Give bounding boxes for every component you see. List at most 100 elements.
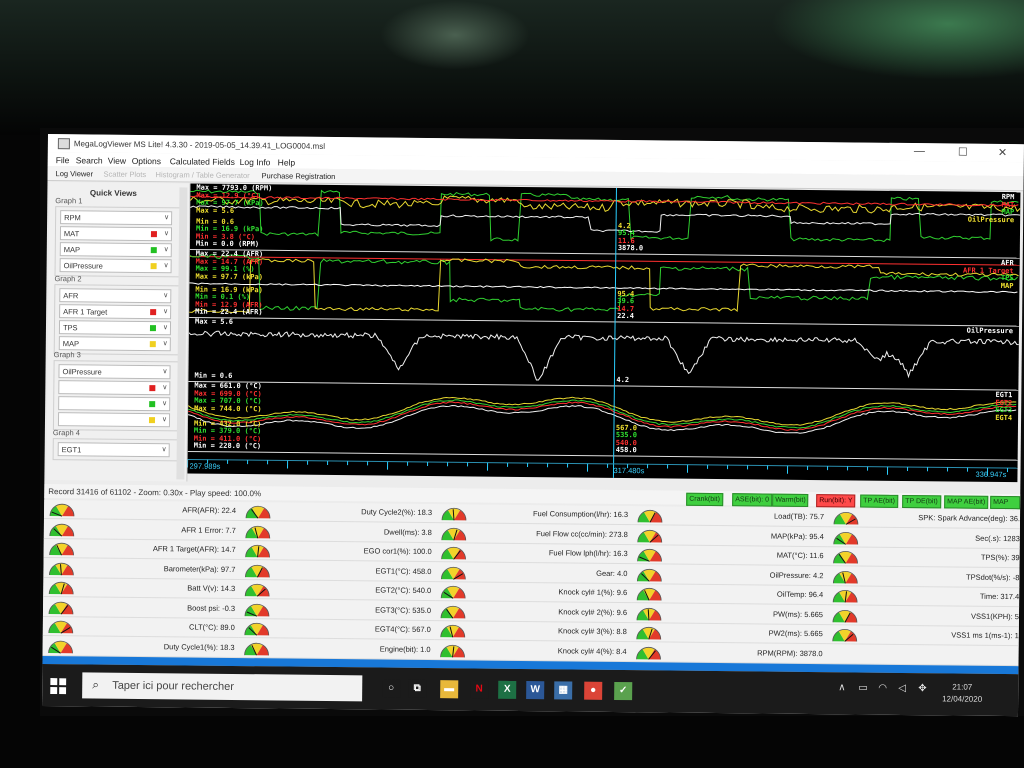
- cortana-icon[interactable]: ○: [382, 679, 401, 698]
- log-graph-area[interactable]: Max = 7793.0 (RPM) Max = 12.9 (°C) Max = 9…: [187, 183, 1021, 483]
- quick-view-select[interactable]: OilPressure ∨: [58, 364, 171, 380]
- gauge-cell[interactable]: AFR 1 Target(AFR): 14.7: [43, 538, 240, 561]
- gauge-cell[interactable]: MAT(°C): 11.6: [631, 545, 828, 567]
- gauge-cell[interactable]: EGT4(°C): 567.0: [238, 619, 435, 641]
- gauge-cell[interactable]: EGT2(°C): 540.0: [239, 580, 436, 602]
- gauge-cell[interactable]: Dwell(ms): 3.8: [239, 521, 436, 543]
- gauge-cell[interactable]: RPM(RPM): 3878.0: [630, 642, 827, 664]
- menu-search[interactable]: Search: [76, 155, 103, 165]
- chevron-down-icon[interactable]: ∨: [164, 213, 169, 221]
- chrome-icon[interactable]: ●: [584, 681, 603, 700]
- chevron-down-icon[interactable]: ∨: [163, 339, 168, 347]
- gauge-cell[interactable]: VSS1 ms 1(ms-1): 1: [826, 625, 1023, 647]
- chevron-down-icon[interactable]: ∨: [163, 307, 168, 315]
- gauge-cell[interactable]: Knock cyl# 2(%): 9.6: [434, 601, 632, 623]
- chevron-down-icon[interactable]: ∨: [164, 229, 169, 237]
- taskbar-search-box[interactable]: ⌕ Taper ici pour rechercher: [82, 672, 363, 702]
- gauge-cell[interactable]: Knock cyl# 4(%): 8.4: [434, 640, 631, 662]
- minimize-button[interactable]: —: [914, 145, 925, 157]
- gauge-cell[interactable]: Knock cyl# 3(%): 8.8: [434, 621, 631, 643]
- quick-view-select[interactable]: MAT ∨: [59, 226, 173, 242]
- quick-views-scrollbar[interactable]: [176, 187, 188, 480]
- gauge-cell[interactable]: Barometer(kPa): 97.7: [43, 558, 240, 580]
- gauge-cell[interactable]: OilTemp: 96.4: [631, 584, 828, 606]
- taskbar-clock[interactable]: 21:07 12/04/2020: [942, 681, 982, 705]
- task-view-icon[interactable]: ⧉: [408, 679, 427, 698]
- chevron-down-icon[interactable]: ∨: [162, 445, 167, 453]
- menu-options[interactable]: Options: [132, 156, 161, 166]
- gauge-cell[interactable]: [826, 644, 1023, 666]
- gauge-cell[interactable]: OilPressure: 4.2: [631, 564, 828, 586]
- quick-view-select[interactable]: ∨: [58, 380, 171, 396]
- quick-view-select[interactable]: AFR ∨: [59, 288, 172, 304]
- gauge-cell[interactable]: Engine(bit): 1.0: [238, 638, 435, 660]
- gauge-cell[interactable]: Fuel Consumption(l/hr): 16.3: [435, 504, 633, 526]
- gauge-cell[interactable]: TPS(%): 39: [827, 547, 1024, 569]
- gauge-cell[interactable]: PW2(ms): 5.665: [630, 623, 827, 645]
- quick-views-panel: Quick Views Graph 1 RPM ∨ MAT ∨ MAP ∨ OilPressu…: [46, 182, 191, 482]
- quick-view-select[interactable]: TPS ∨: [58, 320, 172, 336]
- tab-purchase-registration[interactable]: Purchase Registration: [262, 171, 336, 181]
- gauge-cell[interactable]: Fuel Flow cc(cc/min): 273.8: [435, 523, 632, 545]
- gauge-cell[interactable]: Knock cyl# 1(%): 9.6: [435, 582, 632, 604]
- gauge-cell[interactable]: SPK: Spark Advance(deg): 36.: [827, 508, 1024, 530]
- gauge-cell[interactable]: Time: 317.4: [827, 586, 1024, 608]
- gauge-cell[interactable]: Duty Cycle1(%): 18.3: [42, 636, 239, 658]
- chevron-down-icon[interactable]: ∨: [164, 245, 169, 253]
- gauge-cell[interactable]: Load(TB): 75.7: [631, 506, 829, 528]
- gauge-cell[interactable]: Duty Cycle2(%): 18.3: [239, 502, 437, 524]
- gauge-cell[interactable]: CLT(°C): 89.0: [42, 616, 239, 639]
- menu-help[interactable]: Help: [278, 157, 296, 167]
- menu-view[interactable]: View: [108, 156, 126, 166]
- gauge-cell[interactable]: MAP(kPa): 95.4: [631, 525, 828, 547]
- gauge-cell[interactable]: EGO cor1(%): 100.0: [239, 541, 436, 563]
- tray-chevron-icon[interactable]: ∧: [838, 682, 845, 693]
- gauge-cell[interactable]: Boost psi: -0.3: [42, 597, 240, 619]
- gauge-cell[interactable]: PW(ms): 5.665: [630, 603, 828, 625]
- menu-log-info[interactable]: Log Info: [240, 157, 271, 167]
- tab-log-viewer[interactable]: Log Viewer: [56, 169, 93, 178]
- gauge-cell[interactable]: TPSdot(%/s): -8: [827, 566, 1024, 588]
- chevron-down-icon[interactable]: ∨: [163, 291, 168, 299]
- network-app-icon[interactable]: ▦: [554, 681, 573, 700]
- chevron-down-icon[interactable]: ∨: [162, 415, 167, 423]
- tray-volume-icon[interactable]: ◁: [898, 683, 906, 694]
- tab-scatter-plots[interactable]: Scatter Plots: [104, 170, 147, 179]
- quick-view-select[interactable]: MAP ∨: [58, 336, 171, 352]
- excel-icon[interactable]: X: [498, 680, 517, 699]
- gauge-cell[interactable]: EGT3(°C): 535.0: [238, 599, 436, 621]
- tray-device-icon[interactable]: ✥: [918, 683, 927, 694]
- gauge-cell[interactable]: VSS1(KPH): 5: [826, 605, 1024, 627]
- gauge-cell[interactable]: Gear: 4.0: [435, 562, 632, 584]
- gauge-cell[interactable]: AFR(AFR): 22.4: [43, 499, 241, 522]
- megalogviewer-icon[interactable]: ✓: [614, 681, 633, 701]
- quick-view-select[interactable]: ∨: [58, 396, 171, 412]
- quick-view-select[interactable]: AFR 1 Target ∨: [59, 304, 172, 320]
- quick-view-select[interactable]: RPM ∨: [60, 210, 173, 226]
- quick-view-select[interactable]: MAP ∨: [59, 242, 172, 258]
- chevron-down-icon[interactable]: ∨: [162, 367, 167, 375]
- file-explorer-icon[interactable]: ▬: [440, 680, 459, 699]
- gauge-cell[interactable]: Sec(.s): 1283: [827, 527, 1024, 549]
- chevron-down-icon[interactable]: ∨: [163, 323, 168, 331]
- quick-view-select[interactable]: ∨: [57, 412, 171, 428]
- maximize-button[interactable]: ☐: [958, 146, 968, 159]
- gauge-cell[interactable]: Fuel Flow lph(l/hr): 16.3: [435, 543, 632, 565]
- close-button[interactable]: ✕: [998, 146, 1007, 159]
- gauge-cell[interactable]: EGT1(°C): 458.0: [239, 560, 436, 582]
- menu-file[interactable]: File: [56, 155, 70, 165]
- netflix-icon[interactable]: N: [470, 680, 489, 699]
- quick-view-select[interactable]: OilPressure ∨: [59, 258, 172, 274]
- tray-battery-icon[interactable]: ▭: [858, 683, 868, 694]
- tray-wifi-icon[interactable]: ◠: [878, 683, 887, 694]
- chevron-down-icon[interactable]: ∨: [162, 383, 167, 391]
- tab-histogram[interactable]: Histogram / Table Generator: [156, 170, 250, 180]
- word-icon[interactable]: W: [526, 681, 545, 700]
- gauge-cell[interactable]: Batt V(v): 14.3: [43, 577, 240, 600]
- chevron-down-icon[interactable]: ∨: [162, 399, 167, 407]
- windows-start-icon[interactable]: [50, 678, 67, 695]
- chevron-down-icon[interactable]: ∨: [163, 261, 168, 269]
- quick-view-select[interactable]: EGT1 ∨: [57, 442, 170, 458]
- menu-calculated-fields[interactable]: Calculated Fields: [170, 156, 235, 167]
- gauge-cell[interactable]: AFR 1 Error: 7.7: [43, 519, 240, 541]
